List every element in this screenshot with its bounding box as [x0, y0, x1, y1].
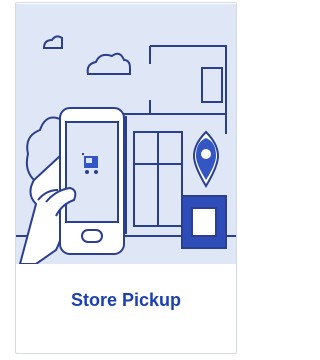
smartphone [59, 107, 125, 255]
store-pickup-illustration [16, 4, 236, 264]
card-title[interactable]: Store Pickup [16, 290, 236, 311]
pickup-box [181, 195, 227, 249]
